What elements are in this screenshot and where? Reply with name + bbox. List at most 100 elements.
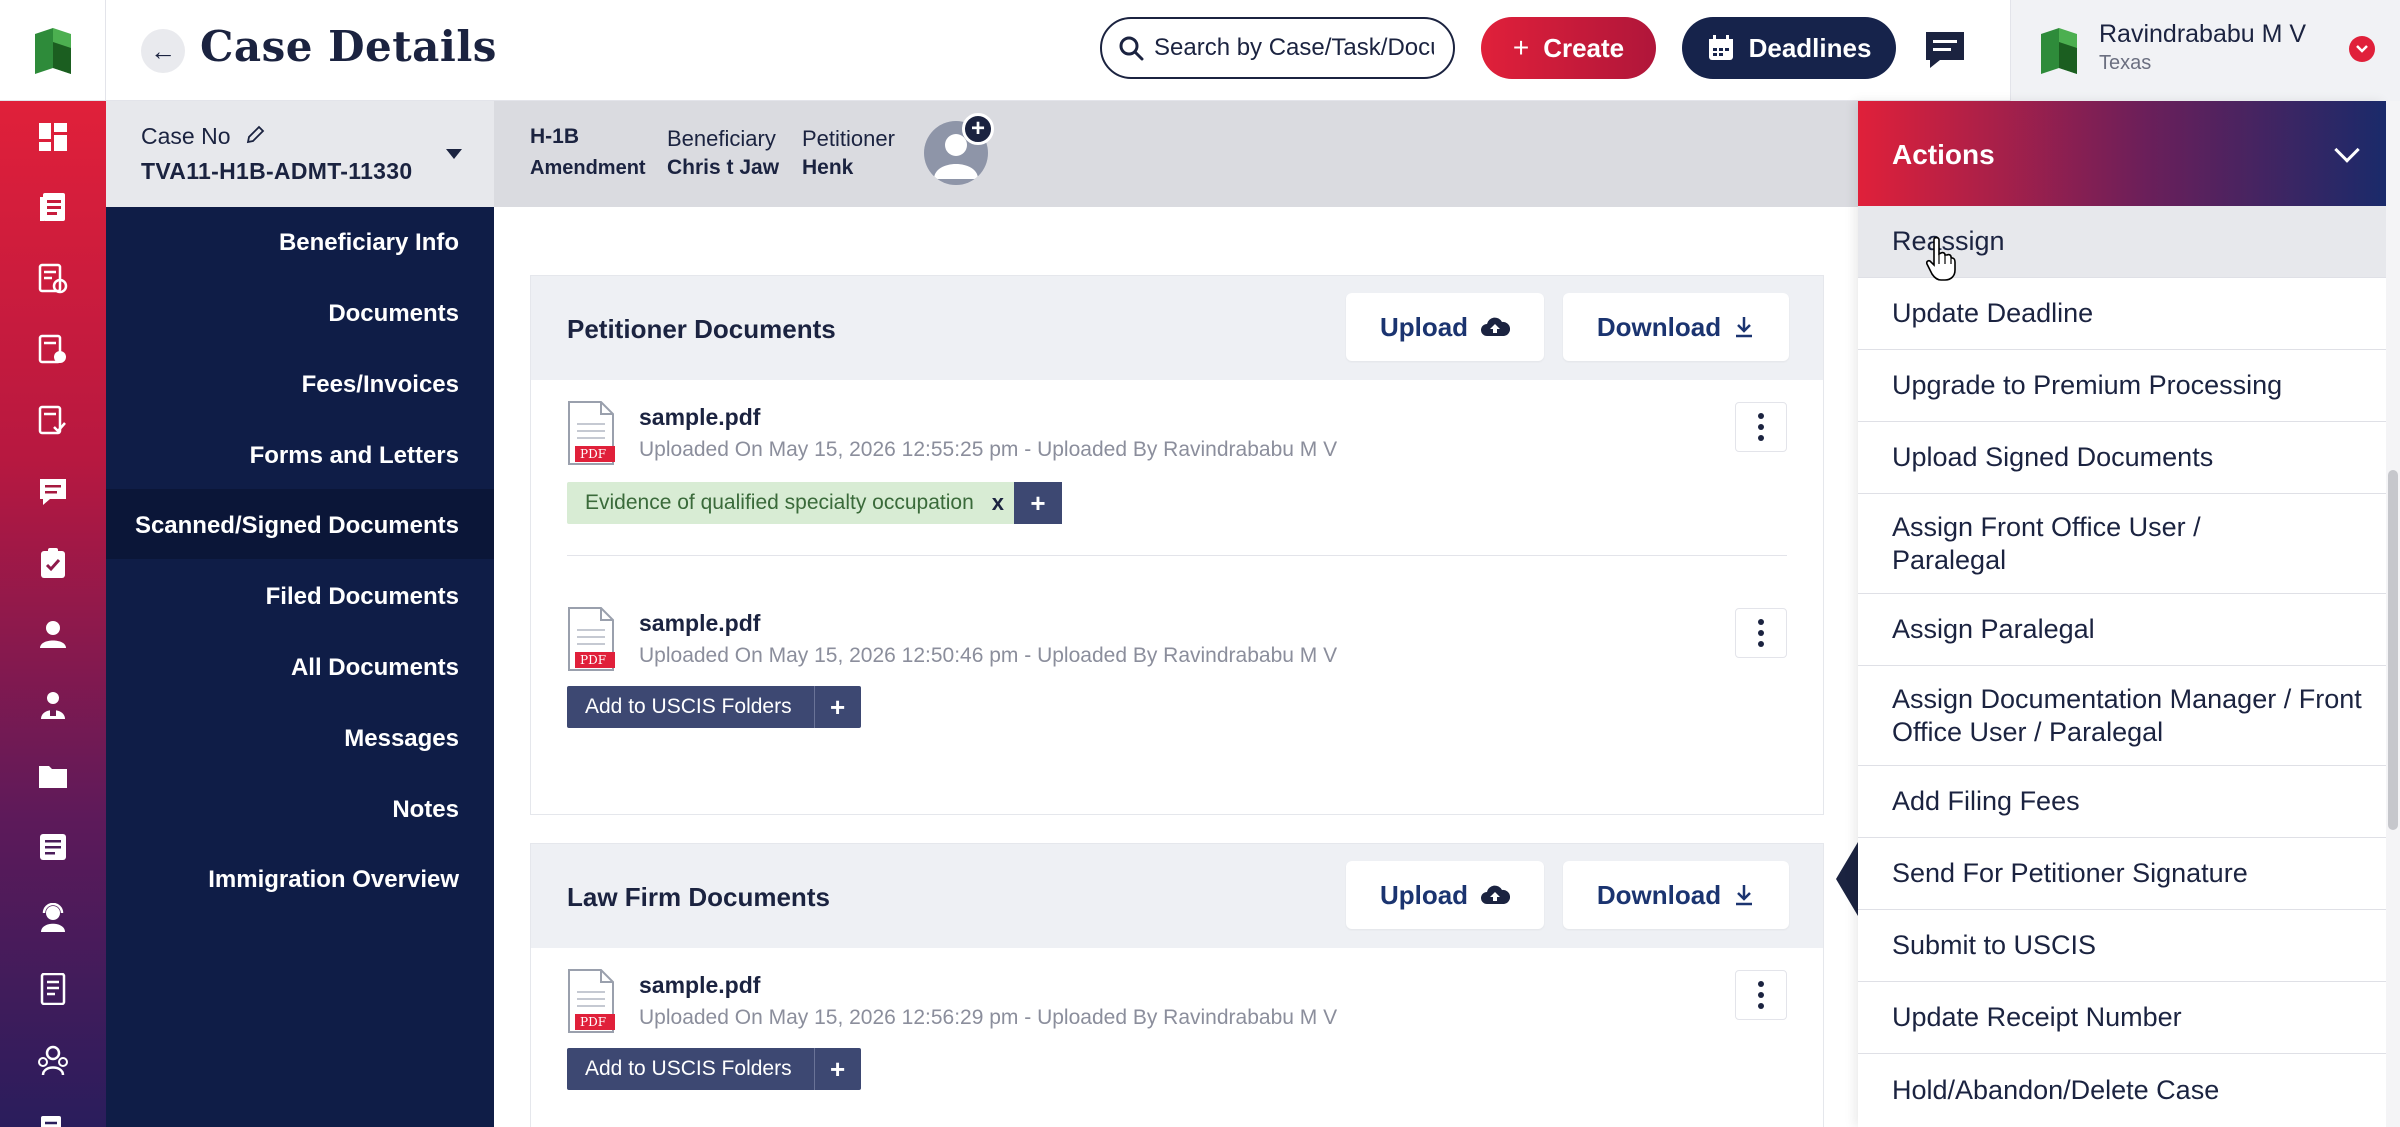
subnav-beneficiary-info[interactable]: Beneficiary Info (89, 229, 459, 257)
deadlines-button[interactable]: Deadlines (1682, 17, 1896, 79)
petitioner-documents-section: Petitioner Documents Upload Download PDF… (530, 275, 1824, 1037)
chat-icon[interactable] (35, 474, 71, 510)
action-update-deadline[interactable]: Update Deadline (1858, 278, 2386, 350)
add-to-uscis-folders-button[interactable]: Add to USCIS Folders + (567, 686, 861, 728)
subnav-notes[interactable]: Notes (89, 796, 459, 824)
hand-cursor-icon (1925, 236, 1956, 282)
beneficiary-label: Beneficiary (667, 126, 776, 151)
chevron-down-icon[interactable] (2334, 137, 2360, 163)
case-selector[interactable]: Case No TVA11-H1B-ADMT-11330 (106, 101, 494, 207)
document-edit-icon[interactable] (35, 1111, 71, 1127)
action-assign-documentation-manager[interactable]: Assign Documentation Manager / Front Off… (1858, 666, 2386, 766)
subnav-documents[interactable]: Documents (89, 300, 459, 328)
beneficiary-name[interactable]: Chris t Jaw (667, 156, 779, 180)
add-assignee-button[interactable]: + (962, 113, 994, 145)
more-options-icon[interactable] (1735, 608, 1787, 658)
user-menu[interactable]: Ravindrababu M V Texas (2010, 0, 2400, 101)
case-no-label: Case No (141, 123, 265, 151)
upload-button[interactable]: Upload (1346, 861, 1544, 929)
cloud-upload-icon (1481, 317, 1511, 336)
add-to-uscis-folders-label: Add to USCIS Folders (585, 1057, 792, 1080)
add-to-uscis-folders-button[interactable]: Add to USCIS Folders + (567, 1048, 861, 1090)
actions-title: Actions (1892, 139, 1995, 170)
remove-tag-button[interactable]: x (992, 490, 1004, 516)
case-number: TVA11-H1B-ADMT-11330 (141, 158, 413, 184)
upload-label: Upload (1379, 879, 1469, 910)
upload-button[interactable]: Upload (1346, 293, 1544, 361)
subnav-scanned-signed-documents[interactable]: Scanned/Signed Documents (89, 512, 459, 540)
case-header: Case No TVA11-H1B-ADMT-11330 H-1B Amendm… (106, 101, 1858, 207)
more-options-icon[interactable] (1735, 970, 1787, 1020)
subnav-forms-letters[interactable]: Forms and Letters (89, 442, 459, 470)
reports-icon[interactable] (35, 332, 71, 368)
cases-icon[interactable] (35, 190, 71, 226)
subnav-immigration-overview[interactable]: Immigration Overview (89, 866, 459, 894)
dashboard-icon[interactable] (35, 119, 71, 155)
download-button[interactable]: Download (1563, 861, 1789, 929)
subnav-messages[interactable]: Messages (89, 725, 459, 753)
ledger-icon[interactable] (35, 971, 71, 1007)
download-icon (1736, 317, 1753, 338)
clipboard-icon[interactable] (35, 545, 71, 581)
document-name[interactable]: sample.pdf (639, 972, 760, 999)
pencil-icon[interactable] (245, 124, 265, 151)
chevron-down-icon[interactable] (2349, 36, 2375, 62)
deadlines-label: Deadlines (1748, 32, 1872, 63)
action-upload-signed-documents[interactable]: Upload Signed Documents (1858, 422, 2386, 494)
tasks-icon[interactable] (35, 261, 71, 297)
visa-type: H-1B (530, 125, 580, 148)
download-icon (1736, 885, 1753, 906)
notes-icon[interactable] (35, 829, 71, 865)
add-to-uscis-folders-label: Add to USCIS Folders (585, 695, 792, 718)
download-label: Download (1596, 879, 1722, 910)
users-icon[interactable] (35, 687, 71, 723)
create-button[interactable]: + Create (1481, 17, 1656, 79)
approvals-icon[interactable] (35, 403, 71, 439)
subnav-fees-invoices[interactable]: Fees/Invoices (89, 371, 459, 399)
arrow-left-icon: ← (150, 35, 176, 66)
petitioner-name[interactable]: Henk (802, 156, 853, 180)
actions-header[interactable]: Actions (1858, 101, 2386, 206)
pdf-file-icon: PDF (567, 606, 617, 672)
support-icon[interactable] (35, 900, 71, 936)
folder-tag: Evidence of qualified specialty occupati… (567, 482, 1062, 524)
pdf-badge: PDF (580, 653, 607, 667)
action-add-filing-fees[interactable]: Add Filing Fees (1858, 766, 2386, 838)
action-send-petitioner-signature[interactable]: Send For Petitioner Signature (1858, 838, 2386, 910)
cloud-upload-icon (1481, 885, 1511, 904)
scrollbar-thumb[interactable] (2388, 470, 2398, 830)
search-input[interactable] (1154, 34, 1434, 62)
subnav-filed-documents[interactable]: Filed Documents (89, 583, 459, 611)
action-hold-abandon-delete[interactable]: Hold/Abandon/Delete Case (1858, 1054, 2386, 1126)
petitioner-label: Petitioner (802, 126, 895, 151)
action-submit-uscis[interactable]: Submit to USCIS (1858, 910, 2386, 982)
page-title: Case Details (200, 22, 497, 71)
search-box[interactable] (1100, 17, 1455, 79)
action-assign-front-office[interactable]: Assign Front Office User / Paralegal (1858, 494, 2386, 594)
action-assign-paralegal[interactable]: Assign Paralegal (1858, 594, 2386, 666)
user-icon[interactable] (35, 616, 71, 652)
action-update-receipt-number[interactable]: Update Receipt Number (1858, 982, 2386, 1054)
caret-down-icon[interactable] (446, 149, 462, 159)
document-name[interactable]: sample.pdf (639, 404, 760, 431)
section-title: Law Firm Documents (567, 882, 830, 912)
section-title: Petitioner Documents (567, 314, 836, 344)
user-avatar (2039, 28, 2079, 79)
subnav-all-documents[interactable]: All Documents (89, 654, 459, 682)
section-header: Petitioner Documents Upload Download (531, 276, 1823, 380)
action-upgrade-premium[interactable]: Upgrade to Premium Processing (1858, 350, 2386, 422)
pdf-file-icon: PDF (567, 968, 617, 1034)
document-name[interactable]: sample.pdf (639, 610, 760, 637)
add-tag-button[interactable]: + (1014, 482, 1062, 524)
download-button[interactable]: Download (1563, 293, 1789, 361)
calendar-icon (1708, 35, 1733, 60)
messages-icon[interactable] (1922, 28, 1968, 72)
folder-icon[interactable] (35, 758, 71, 794)
back-button[interactable]: ← (141, 29, 185, 73)
case-subnav: Beneficiary Info Documents Fees/Invoices… (106, 207, 494, 1127)
team-settings-icon[interactable] (35, 1042, 71, 1078)
app-logo[interactable] (0, 0, 106, 101)
document-meta: Uploaded On May 15, 2026 12:55:25 pm - U… (639, 438, 1338, 461)
more-options-icon[interactable] (1735, 402, 1787, 452)
document-meta: Uploaded On May 15, 2026 12:50:46 pm - U… (639, 644, 1338, 667)
